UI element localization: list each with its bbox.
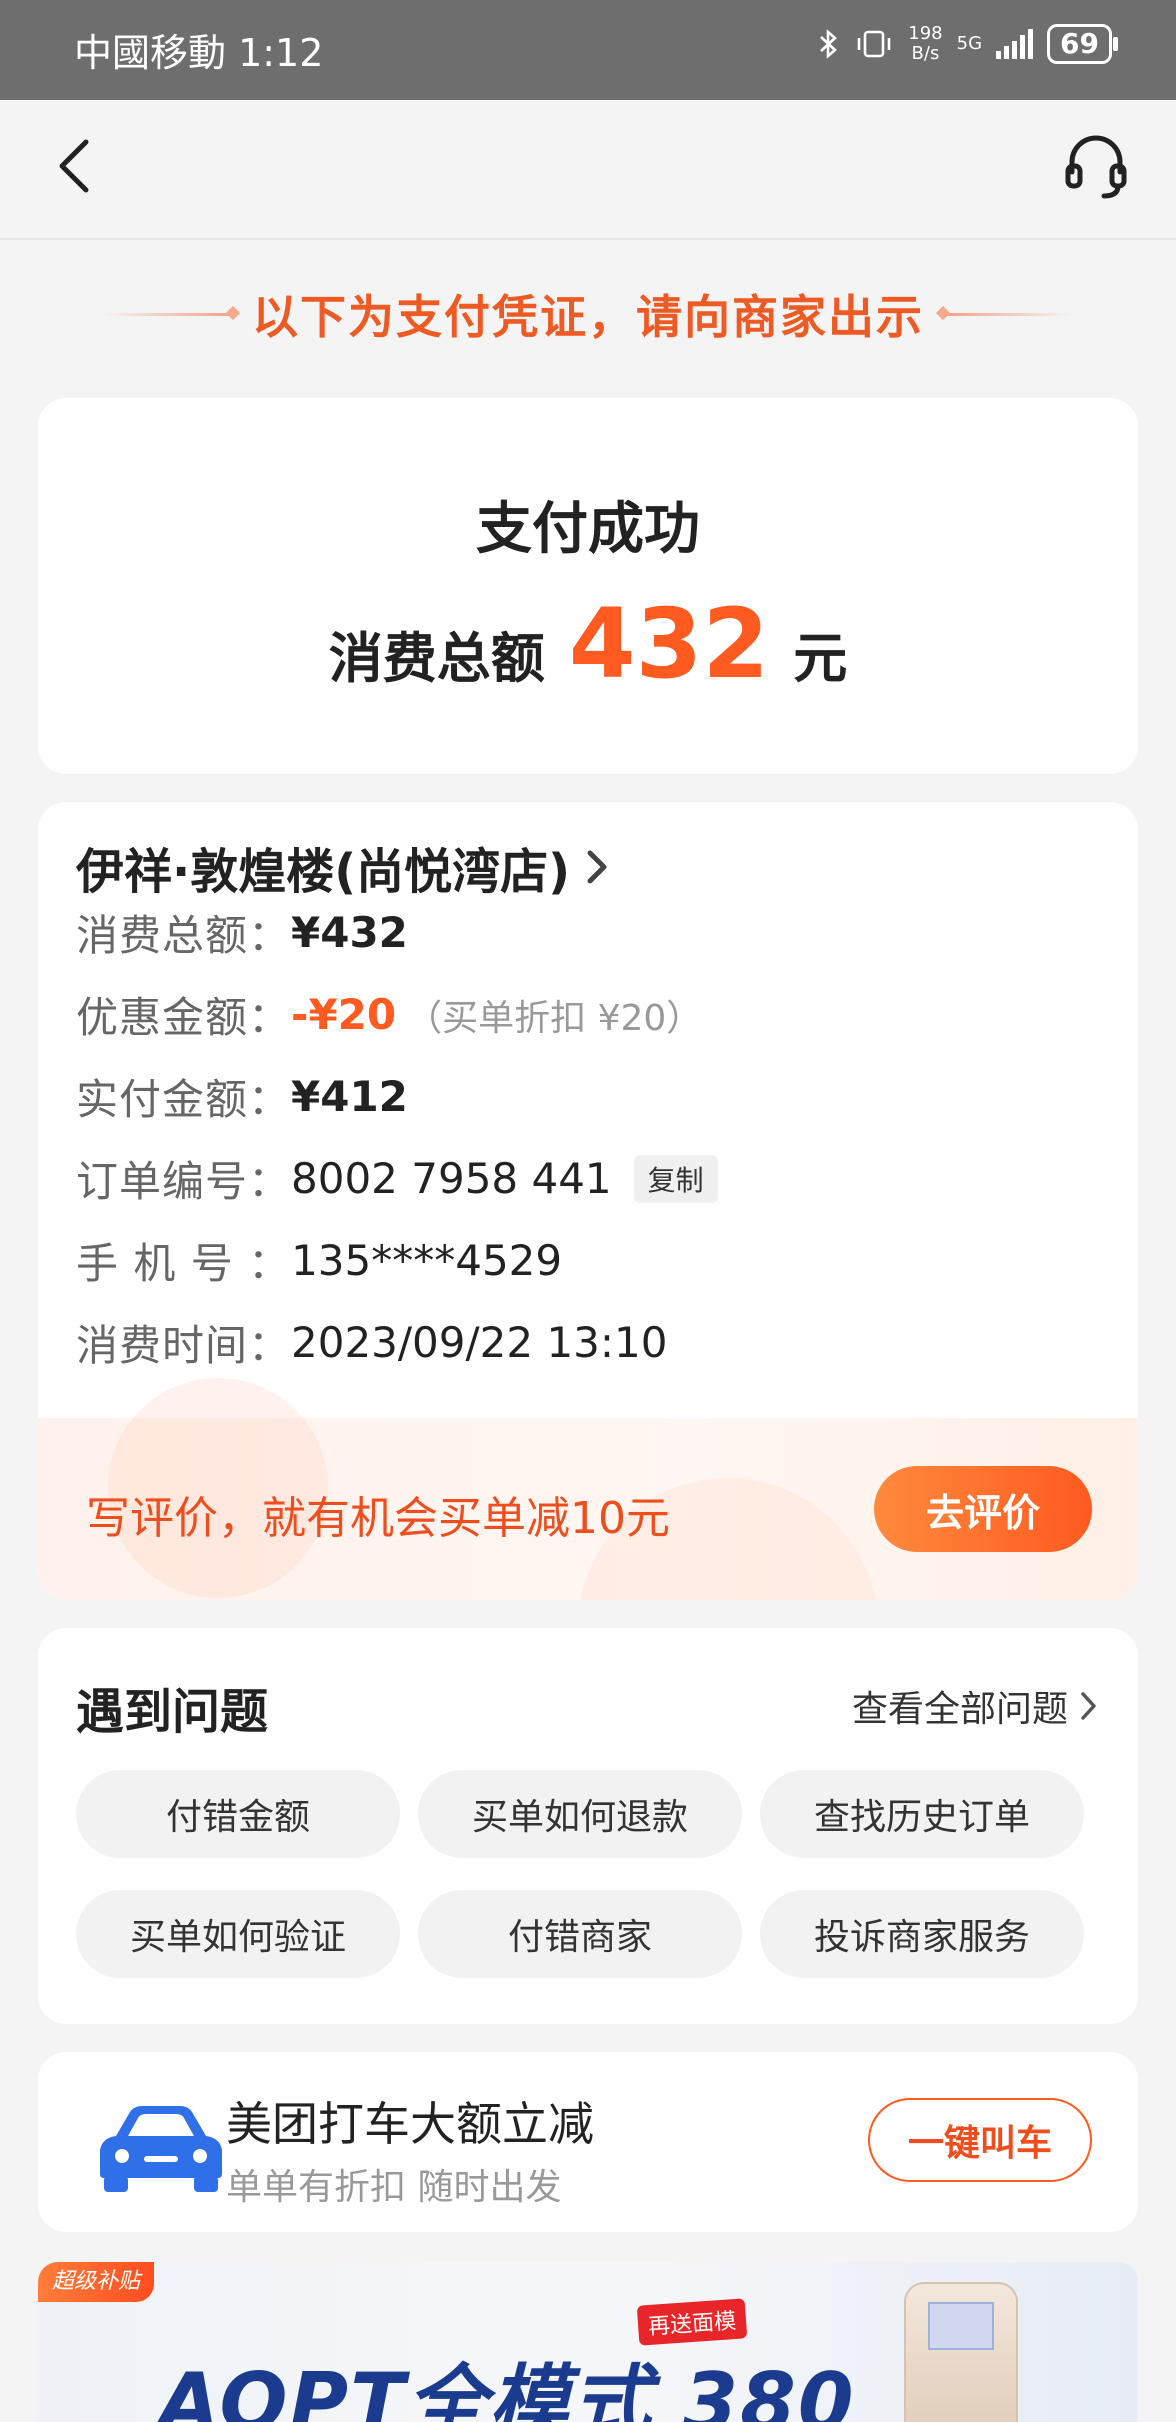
paid-label: 实付金额： — [76, 1075, 292, 1124]
headset-icon[interactable] — [1064, 132, 1128, 200]
payment-amount: 432 — [568, 588, 770, 700]
net-speed-value: 198 — [908, 23, 943, 44]
vibrate-icon — [857, 30, 891, 58]
shop-link[interactable]: 伊祥·敦煌楼(尚悦湾店) — [76, 832, 610, 902]
order-detail-card: 伊祥·敦煌楼(尚悦湾店) 消费总额： ¥432 优惠金额： -¥20 （买单折扣… — [38, 802, 1138, 1600]
carrier-time: 中國移動 1:12 — [74, 31, 324, 75]
hint-divider-left — [104, 312, 234, 316]
payment-total-label: 消费总额 — [328, 627, 545, 690]
time-row: 消费时间： 2023/09/22 13:10 — [76, 1312, 667, 1373]
hint-divider-right — [942, 312, 1072, 316]
total-row: 消费总额： ¥432 — [76, 902, 408, 963]
status-icons: 198 B/s 5G 69 — [818, 24, 1118, 64]
payment-unit: 元 — [793, 627, 848, 690]
faq-chips: 付错金额 买单如何退款 查找历史订单 买单如何验证 付错商家 投诉商家服务 — [76, 1770, 1116, 1978]
write-review-button[interactable]: 去评价 — [874, 1466, 1092, 1552]
ad-device-image — [904, 2282, 1018, 2422]
time-label: 消费时间： — [76, 1321, 292, 1370]
faq-card: 遇到问题 查看全部问题 付错金额 买单如何退款 查找历史订单 买单如何验证 付错… — [38, 1628, 1138, 2024]
chevron-left-icon[interactable] — [48, 136, 108, 196]
phone-value: 135****4529 — [291, 1236, 563, 1285]
chevron-right-icon — [587, 850, 607, 884]
discount-label: 优惠金额： — [76, 993, 292, 1042]
phone-row: 手 机 号 ： 135****4529 — [76, 1230, 562, 1291]
faq-chip-verify[interactable]: 买单如何验证 — [76, 1890, 400, 1978]
faq-chip-wrong-merchant[interactable]: 付错商家 — [418, 1890, 742, 1978]
battery-icon: 69 — [1047, 24, 1118, 64]
order-number-value: 8002 7958 441 — [291, 1154, 612, 1203]
shop-name: 伊祥·敦煌楼(尚悦湾店) — [76, 844, 571, 900]
net-speed-unit: B/s — [911, 43, 940, 64]
view-all-questions-link[interactable]: 查看全部问题 — [852, 1680, 1098, 1732]
hint-text: 以下为支付凭证，请向商家出示 — [252, 290, 924, 344]
phone-label: 手 机 号 ： — [76, 1239, 292, 1288]
signal-icon — [996, 29, 1034, 59]
payment-summary-card: 支付成功 消费总额 432 元 — [38, 398, 1138, 774]
view-all-label: 查看全部问题 — [851, 1689, 1068, 1730]
ad-banner[interactable]: 超级补贴 再送面模 AOPT全模式 380 — [38, 2262, 1138, 2422]
total-label: 消费总额： — [76, 911, 292, 960]
nav-bar — [0, 100, 1176, 240]
net-speed: 198 B/s — [908, 24, 942, 64]
faq-chip-wrong-amount[interactable]: 付错金额 — [76, 1770, 400, 1858]
time-value: 2023/09/22 13:10 — [291, 1318, 668, 1367]
discount-row: 优惠金额： -¥20 （买单折扣 ¥20） — [76, 984, 702, 1045]
faq-chip-refund[interactable]: 买单如何退款 — [418, 1770, 742, 1858]
car-icon — [100, 2106, 222, 2192]
review-banner: 写评价，就有机会买单减10元 去评价 — [38, 1378, 1138, 1600]
ad-tag: 超级补贴 — [38, 2262, 155, 2302]
discount-note: （买单折扣 ¥20） — [406, 997, 703, 1039]
copy-button[interactable]: 复制 — [633, 1154, 718, 1203]
network-type: 5G — [956, 33, 983, 54]
order-number-label: 订单编号： — [76, 1157, 292, 1206]
call-taxi-button[interactable]: 一键叫车 — [868, 2098, 1092, 2182]
chevron-right-icon — [1081, 1692, 1096, 1720]
order-number-row: 订单编号： 8002 7958 441 复制 — [76, 1148, 718, 1209]
payment-status: 支付成功 — [476, 497, 700, 562]
status-bar: 中國移動 1:12 198 B/s 5G 69 — [0, 0, 1176, 100]
ad-headline: AOPT全模式 380 — [158, 2356, 856, 2422]
total-value: ¥432 — [291, 908, 408, 957]
discount-value: -¥20 — [291, 990, 397, 1039]
payment-proof-hint: 以下为支付凭证，请向商家出示 — [0, 270, 1176, 358]
faq-title: 遇到问题 — [76, 1684, 269, 1740]
taxi-subtitle: 单单有折扣 随时出发 — [226, 2167, 562, 2208]
review-promo-text: 写评价，就有机会买单减10元 — [86, 1493, 670, 1544]
bluetooth-icon — [820, 29, 838, 59]
paid-value: ¥412 — [291, 1072, 408, 1121]
taxi-promo-card: 美团打车大额立减 单单有折扣 随时出发 一键叫车 — [38, 2052, 1138, 2232]
payment-total-row: 消费总额 432 元 — [38, 588, 1138, 700]
faq-chip-history-orders[interactable]: 查找历史订单 — [760, 1770, 1084, 1858]
faq-chip-complain[interactable]: 投诉商家服务 — [760, 1890, 1084, 1978]
paid-row: 实付金额： ¥412 — [76, 1066, 408, 1127]
taxi-title: 美团打车大额立减 — [226, 2097, 594, 2151]
